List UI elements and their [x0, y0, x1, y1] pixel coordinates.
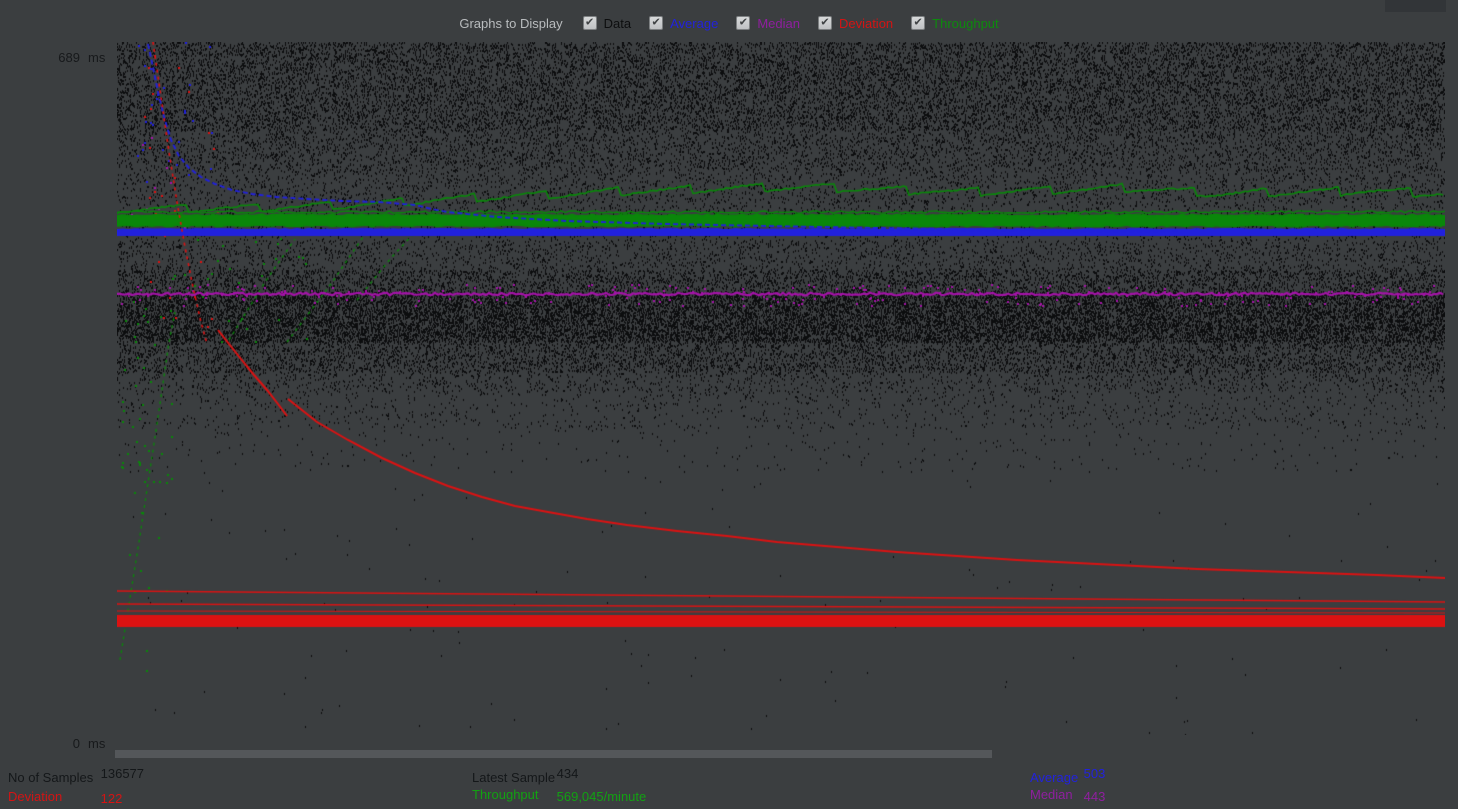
y-axis-min-label: 0 ms	[40, 736, 110, 751]
check-icon: ✔	[652, 17, 661, 28]
latest-sample-value: 434	[557, 766, 579, 781]
average-value: 503	[1084, 766, 1106, 781]
y-axis-unit: ms	[88, 50, 105, 65]
deviation-checkbox[interactable]: ✔	[818, 16, 832, 30]
deviation-value: 122	[101, 791, 123, 806]
data-checkbox-label: Data	[604, 16, 631, 31]
average-label: Average	[1030, 770, 1080, 785]
y-axis-max-label: 689 ms	[40, 50, 110, 65]
median-checkbox-label: Median	[757, 16, 800, 31]
stat-row-throughput: Throughput 569,045/minute	[472, 787, 646, 802]
check-icon: ✔	[820, 17, 829, 28]
throughput-value: 569,045/minute	[557, 789, 647, 804]
graph-plot-area	[117, 42, 1445, 735]
throughput-label: Throughput	[472, 787, 553, 802]
check-icon: ✔	[585, 17, 594, 28]
graphs-to-display-label: Graphs to Display	[459, 16, 562, 31]
graphs-to-display-bar: Graphs to Display ✔ Data ✔ Average ✔ Med…	[0, 12, 1458, 34]
average-checkbox-label: Average	[670, 16, 718, 31]
data-checkbox[interactable]: ✔	[583, 16, 597, 30]
median-label: Median	[1030, 787, 1080, 802]
y-axis-min-value: 0	[40, 736, 80, 751]
check-icon: ✔	[739, 17, 748, 28]
no-of-samples-value: 136577	[101, 766, 144, 781]
stat-row-average: Average 503	[1030, 770, 1105, 785]
checkbox-group-data[interactable]: ✔ Data	[583, 16, 631, 31]
checkbox-group-deviation[interactable]: ✔ Deviation	[818, 16, 893, 31]
results-plot-canvas	[117, 42, 1445, 735]
checkbox-group-average[interactable]: ✔ Average	[649, 16, 718, 31]
average-checkbox[interactable]: ✔	[649, 16, 663, 30]
y-axis-max-value: 689	[40, 50, 80, 65]
no-of-samples-label: No of Samples	[8, 770, 97, 785]
y-axis-unit: ms	[88, 736, 105, 751]
stat-row-no-of-samples: No of Samples 136577	[8, 770, 144, 785]
top-right-scrollbar-strip	[1385, 0, 1446, 12]
median-value: 443	[1084, 789, 1106, 804]
deviation-label: Deviation	[8, 789, 97, 804]
stat-row-latest-sample: Latest Sample 434	[472, 770, 578, 785]
checkbox-group-median[interactable]: ✔ Median	[736, 16, 800, 31]
throughput-checkbox[interactable]: ✔	[911, 16, 925, 30]
stat-row-deviation: Deviation 122	[8, 789, 122, 804]
throughput-checkbox-label: Throughput	[932, 16, 999, 31]
horizontal-scrollbar-thumb[interactable]	[115, 750, 992, 758]
stat-row-median: Median 443	[1030, 787, 1105, 802]
checkbox-group-throughput[interactable]: ✔ Throughput	[911, 16, 999, 31]
median-checkbox[interactable]: ✔	[736, 16, 750, 30]
latest-sample-label: Latest Sample	[472, 770, 553, 785]
deviation-checkbox-label: Deviation	[839, 16, 893, 31]
check-icon: ✔	[914, 17, 923, 28]
